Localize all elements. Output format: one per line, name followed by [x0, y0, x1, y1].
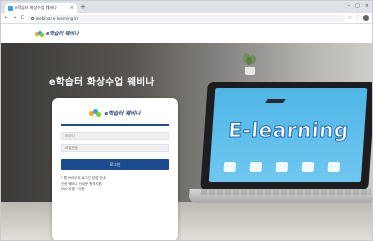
plant-illustration — [241, 53, 259, 75]
maximize-icon[interactable]: □ — [355, 2, 360, 10]
browser-window: e학습터 화상수업 웨비나 × + – □ × ← → C webinar.e-… — [0, 0, 373, 241]
reload-icon[interactable]: C — [20, 15, 25, 21]
lock-icon — [31, 16, 34, 20]
login-card: e학습터 웨비나 로그인 * 웹 브라우저 로그인 방법 안내 인증 웨비나 안… — [52, 98, 178, 240]
menu-dots-icon[interactable]: ⋮ — [355, 15, 360, 21]
close-tab-icon[interactable]: × — [70, 5, 74, 11]
login-notes: * 웹 브라우저 로그인 방법 안내 인증 웨비나 안내문 원격지원 FAQ 도… — [61, 176, 169, 193]
login-button[interactable]: 로그인 — [61, 159, 169, 170]
laptop-display: E-learning — [208, 88, 368, 182]
hero-banner: E-learning e학습터 화상수업 웨비나 e학습터 웨비나 로그인 * … — [1, 43, 372, 240]
back-icon[interactable]: ← — [4, 15, 9, 21]
logo-mark-icon — [35, 30, 44, 37]
tab-title: e학습터 화상수업 웨비나 — [15, 5, 57, 10]
site-logo-text: e학습터 웨비나 — [46, 31, 79, 37]
window-controls: – □ × — [348, 2, 369, 10]
chat-icon — [301, 162, 315, 172]
laptop-keyboard — [200, 189, 372, 195]
forward-icon[interactable]: → — [12, 15, 17, 21]
password-input[interactable] — [61, 144, 169, 152]
logo-mark-icon — [89, 109, 102, 117]
login-logo-text: e학습터 웨비나 — [104, 111, 141, 117]
laptop-illustration: E-learning — [200, 82, 372, 190]
url-text: webinar.e-learning.kr — [36, 15, 79, 21]
browser-toolbar: ← → C webinar.e-learning.kr ☆ ⋮ — [1, 13, 372, 24]
globe-icon — [249, 162, 263, 172]
tab-strip: e학습터 화상수업 웨비나 × + – □ × — [1, 1, 372, 13]
site-logo[interactable]: e학습터 웨비나 — [35, 30, 79, 37]
bookmark-star-icon[interactable]: ☆ — [348, 15, 352, 21]
browser-tab[interactable]: e학습터 화상수업 웨비나 × — [5, 3, 77, 13]
book-icon — [223, 162, 237, 172]
address-bar[interactable]: webinar.e-learning.kr — [28, 14, 345, 22]
hero-title: e학습터 화상수업 웨비나 — [49, 77, 155, 88]
site-header: e학습터 웨비나 — [1, 24, 372, 43]
user-id-input[interactable] — [61, 132, 169, 140]
new-tab-icon[interactable]: + — [80, 3, 86, 11]
profile-avatar-icon[interactable] — [363, 15, 369, 21]
login-logo: e학습터 웨비나 — [61, 108, 169, 118]
video-icon — [327, 162, 341, 172]
minimize-icon[interactable]: – — [348, 2, 351, 10]
login-note-line[interactable]: FAQ 도움 · 이용 — [61, 187, 169, 193]
elearning-screen-text: E-learning — [227, 118, 350, 143]
favicon-icon — [8, 5, 13, 11]
login-divider — [61, 124, 169, 126]
graduation-cap-icon — [266, 96, 285, 106]
close-window-icon[interactable]: × — [365, 2, 369, 10]
monitor-icon — [275, 162, 289, 172]
